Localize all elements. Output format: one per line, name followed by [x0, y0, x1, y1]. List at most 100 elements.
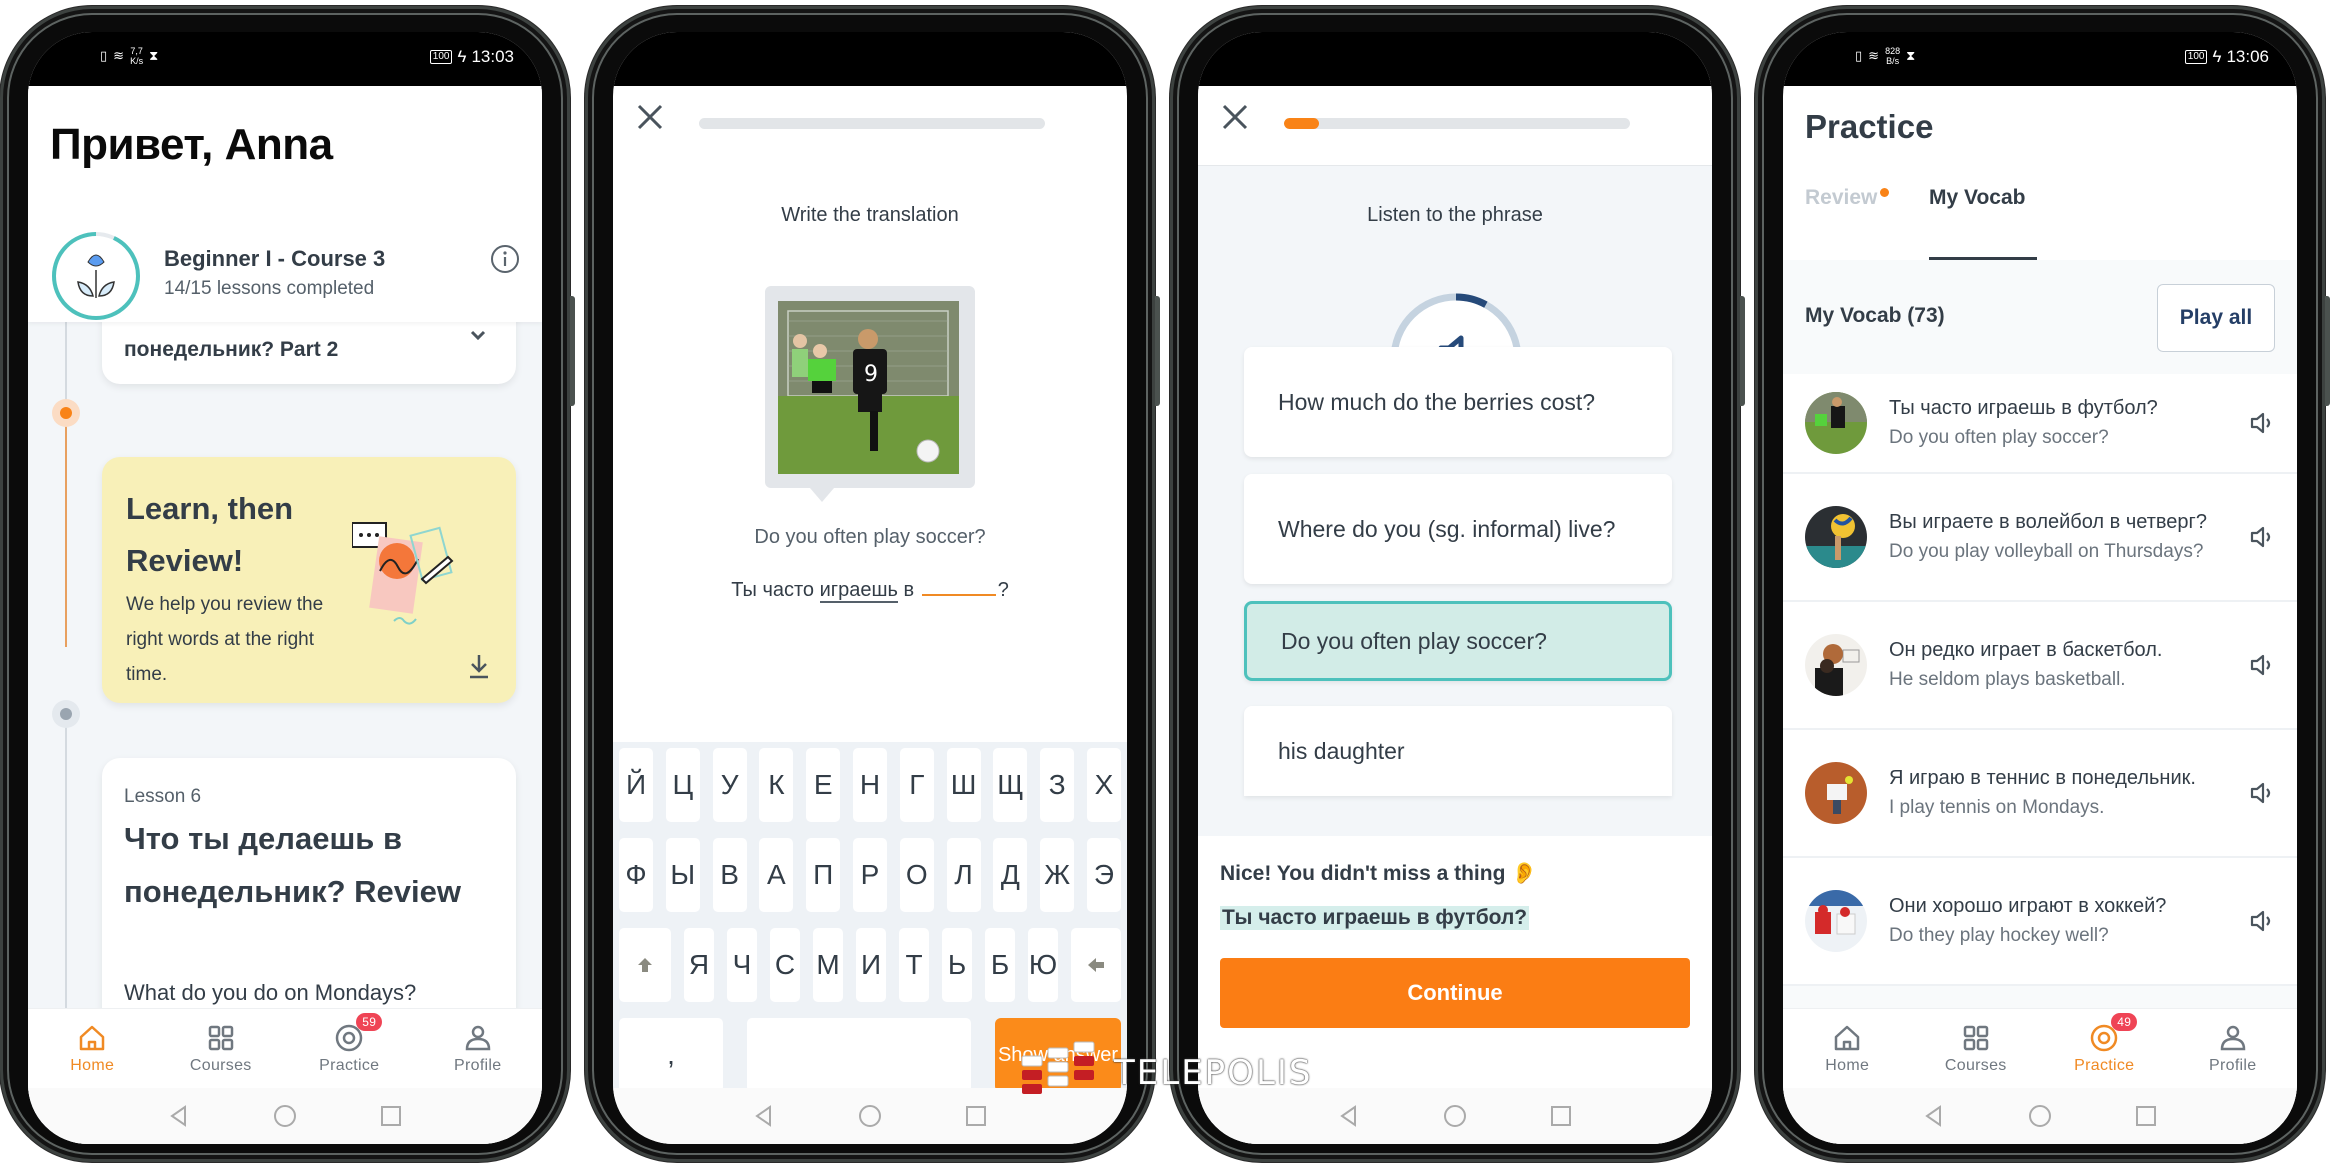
greeting-title: Привет, Anna: [50, 120, 333, 169]
nav-item-profile[interactable]: Profile: [2178, 1023, 2288, 1075]
nav-item-home[interactable]: Home: [1792, 1023, 1902, 1075]
write-translation-screen: Write the translation 9 Do you often pla…: [613, 32, 1127, 1144]
bottom-navigation: Home Courses Practice 59 Profile: [28, 1008, 542, 1088]
vocab-russian: Вы играете в волейбол в четверг?: [1889, 511, 2207, 533]
back-icon[interactable]: [1337, 1104, 1361, 1128]
answer-blank-input[interactable]: [921, 578, 996, 596]
answer-option[interactable]: How much do the berries cost?: [1244, 347, 1672, 457]
course-progress-ring[interactable]: [50, 230, 142, 322]
key-letter[interactable]: Л: [946, 838, 981, 912]
key-letter[interactable]: И: [856, 928, 886, 1002]
recents-icon[interactable]: [379, 1104, 403, 1128]
volleyball-thumbnail: [1805, 506, 1867, 568]
play-all-button[interactable]: Play all: [2157, 284, 2275, 352]
back-icon[interactable]: [167, 1104, 191, 1128]
vocab-list-item[interactable]: Они хорошо играют в хоккей? Do they play …: [1783, 858, 2297, 986]
key-letter[interactable]: Е: [806, 748, 841, 822]
recents-icon[interactable]: [1549, 1104, 1573, 1128]
hint-word[interactable]: играешь: [819, 579, 898, 603]
recents-icon[interactable]: [964, 1104, 988, 1128]
key-letter[interactable]: Ч: [727, 928, 757, 1002]
key-letter[interactable]: Я: [684, 928, 714, 1002]
key-letter[interactable]: М: [813, 928, 843, 1002]
info-icon[interactable]: [490, 244, 520, 274]
vocab-russian: Ты часто играешь в футбол?: [1889, 397, 2158, 419]
download-icon[interactable]: [468, 653, 490, 679]
phone-write-translation: Write the translation 9 Do you often pla…: [585, 6, 1160, 1162]
home-header: Привет, Anna Beginner I - Course 3 14/15…: [28, 86, 542, 322]
key-space[interactable]: [747, 1018, 971, 1092]
key-letter[interactable]: Щ: [993, 748, 1028, 822]
vocab-list[interactable]: Ты часто играешь в футбол? Do you often p…: [1783, 374, 2297, 986]
notification-badge: 59: [356, 1012, 383, 1031]
key-letter[interactable]: Р: [852, 838, 887, 912]
charging-icon: ϟ: [457, 47, 467, 66]
lesson-title: Что ты делаешь в понедельник? Review: [124, 821, 461, 909]
vocab-list-item[interactable]: Я играю в теннис в понедельник. I play te…: [1783, 730, 2297, 858]
key-letter[interactable]: Б: [985, 928, 1015, 1002]
home-circle-icon[interactable]: [858, 1104, 882, 1128]
nav-label: Courses: [189, 1056, 252, 1074]
answer-option-selected[interactable]: Do you often play soccer?: [1244, 601, 1672, 681]
key-letter[interactable]: Э: [1086, 838, 1121, 912]
vocab-list-item[interactable]: Вы играете в волейбол в четверг? Do you p…: [1783, 474, 2297, 602]
key-letter[interactable]: Ю: [1028, 928, 1058, 1002]
key-comma[interactable]: ,: [619, 1018, 723, 1092]
back-icon[interactable]: [1922, 1104, 1946, 1128]
close-icon[interactable]: [635, 102, 665, 132]
user-icon: [2220, 1025, 2246, 1050]
speaker-icon[interactable]: [2249, 525, 2275, 549]
vocab-english: I play tennis on Mondays.: [1889, 797, 2105, 818]
notification-badge: 49: [2111, 1012, 2138, 1031]
key-letter[interactable]: У: [712, 748, 747, 822]
recents-icon[interactable]: [2134, 1104, 2158, 1128]
key-letter[interactable]: Г: [899, 748, 934, 822]
close-icon[interactable]: [1220, 102, 1250, 132]
key-letter[interactable]: З: [1040, 748, 1075, 822]
key-letter[interactable]: Й: [619, 748, 653, 822]
speaker-icon[interactable]: [2249, 781, 2275, 805]
key-letter[interactable]: Т: [899, 928, 929, 1002]
home-circle-icon[interactable]: [273, 1104, 297, 1128]
nav-item-profile[interactable]: Profile: [423, 1023, 533, 1075]
speaker-icon[interactable]: [2249, 411, 2275, 435]
speaker-icon[interactable]: [2249, 653, 2275, 677]
tab-my-vocab[interactable]: My Vocab: [1929, 186, 2025, 210]
key-letter[interactable]: Ь: [942, 928, 972, 1002]
home-circle-icon[interactable]: [1443, 1104, 1467, 1128]
speaker-icon[interactable]: [2249, 909, 2275, 933]
backspace-key[interactable]: [1071, 928, 1121, 1002]
battery-icon: 100: [2184, 50, 2208, 64]
answer-option[interactable]: Where do you (sg. informal) live?: [1244, 474, 1672, 584]
key-letter[interactable]: К: [759, 748, 794, 822]
shift-key[interactable]: [619, 928, 671, 1002]
key-letter[interactable]: Н: [852, 748, 887, 822]
review-promo-card[interactable]: Learn, then Review! We help you review t…: [102, 457, 516, 703]
key-letter[interactable]: Ы: [665, 838, 700, 912]
nav-item-practice[interactable]: Practice 49: [2049, 1012, 2159, 1075]
key-letter[interactable]: О: [899, 838, 934, 912]
nav-item-home[interactable]: Home: [37, 1023, 147, 1075]
chevron-down-icon[interactable]: [470, 330, 486, 340]
vocab-list-item[interactable]: Ты часто играешь в футбол? Do you often p…: [1783, 374, 2297, 474]
key-letter[interactable]: П: [806, 838, 841, 912]
key-letter[interactable]: В: [712, 838, 747, 912]
key-letter[interactable]: А: [759, 838, 794, 912]
answer-option[interactable]: his daughter: [1244, 706, 1672, 796]
nav-item-courses[interactable]: Courses: [1921, 1023, 2031, 1075]
key-letter[interactable]: Ж: [1040, 838, 1075, 912]
home-circle-icon[interactable]: [2028, 1104, 2052, 1128]
key-letter[interactable]: Ф: [619, 838, 653, 912]
key-letter[interactable]: Ш: [946, 748, 981, 822]
key-letter[interactable]: Ц: [665, 748, 700, 822]
continue-button[interactable]: Continue: [1220, 958, 1690, 1028]
nav-item-practice[interactable]: Practice 59: [294, 1012, 404, 1075]
back-icon[interactable]: [752, 1104, 776, 1128]
nav-item-courses[interactable]: Courses: [166, 1023, 276, 1075]
tab-review[interactable]: Review: [1805, 186, 1890, 210]
vocab-list-item[interactable]: Он редко играет в баскетбол. He seldom pl…: [1783, 602, 2297, 730]
key-letter[interactable]: С: [770, 928, 800, 1002]
key-letter[interactable]: Х: [1086, 748, 1121, 822]
key-letter[interactable]: Д: [993, 838, 1028, 912]
sentence-part: ?: [997, 579, 1009, 601]
